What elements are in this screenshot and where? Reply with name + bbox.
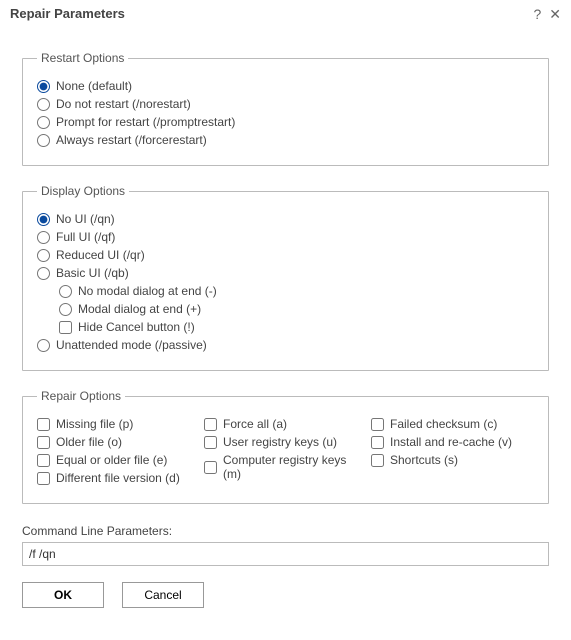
repair-forceall-label[interactable]: Force all (a) [223, 417, 287, 431]
repair-diff-label[interactable]: Different file version (d) [56, 471, 180, 485]
repair-userreg-checkbox[interactable] [204, 436, 217, 449]
repair-missing-label[interactable]: Missing file (p) [56, 417, 133, 431]
ok-button[interactable]: OK [22, 582, 104, 608]
repair-older-label[interactable]: Older file (o) [56, 435, 122, 449]
command-line-label: Command Line Parameters: [22, 524, 549, 538]
display-noui-radio[interactable] [37, 213, 50, 226]
repair-older-checkbox[interactable] [37, 436, 50, 449]
display-reducedui-label[interactable]: Reduced UI (/qr) [56, 248, 145, 262]
dialog-content: Restart Options None (default) Do not re… [0, 25, 571, 626]
close-icon[interactable]: ✕ [549, 7, 561, 21]
repair-checksum-checkbox[interactable] [371, 418, 384, 431]
cancel-button[interactable]: Cancel [122, 582, 204, 608]
repair-userreg-label[interactable]: User registry keys (u) [223, 435, 337, 449]
display-reducedui-radio[interactable] [37, 249, 50, 262]
display-passive-label[interactable]: Unattended mode (/passive) [56, 338, 207, 352]
restart-force-label[interactable]: Always restart (/forcerestart) [56, 133, 207, 147]
display-basic-nomodal-label[interactable]: No modal dialog at end (-) [78, 284, 217, 298]
restart-norestart-radio[interactable] [37, 98, 50, 111]
repair-recache-checkbox[interactable] [371, 436, 384, 449]
repair-shortcuts-label[interactable]: Shortcuts (s) [390, 453, 458, 467]
display-legend: Display Options [37, 184, 129, 198]
repair-parameters-dialog: Repair Parameters ? ✕ Restart Options No… [0, 0, 571, 626]
repair-compreg-label[interactable]: Computer registry keys (m) [223, 453, 367, 481]
command-line-block: Command Line Parameters: [22, 524, 549, 566]
display-basicui-radio[interactable] [37, 267, 50, 280]
restart-none-label[interactable]: None (default) [56, 79, 132, 93]
restart-norestart-label[interactable]: Do not restart (/norestart) [56, 97, 191, 111]
restart-options-group: Restart Options None (default) Do not re… [22, 51, 549, 166]
repair-diff-checkbox[interactable] [37, 472, 50, 485]
repair-checksum-label[interactable]: Failed checksum (c) [390, 417, 497, 431]
repair-legend: Repair Options [37, 389, 125, 403]
restart-prompt-radio[interactable] [37, 116, 50, 129]
display-fullui-radio[interactable] [37, 231, 50, 244]
titlebar: Repair Parameters ? ✕ [0, 0, 571, 25]
repair-forceall-checkbox[interactable] [204, 418, 217, 431]
repair-missing-checkbox[interactable] [37, 418, 50, 431]
repair-equal-checkbox[interactable] [37, 454, 50, 467]
repair-recache-label[interactable]: Install and re-cache (v) [390, 435, 512, 449]
button-row: OK Cancel [22, 582, 549, 608]
display-basic-modal-label[interactable]: Modal dialog at end (+) [78, 302, 201, 316]
repair-options-group: Repair Options Missing file (p) Older fi… [22, 389, 549, 504]
restart-legend: Restart Options [37, 51, 128, 65]
display-hide-cancel-checkbox[interactable] [59, 321, 72, 334]
help-icon[interactable]: ? [533, 7, 541, 21]
display-hide-cancel-label[interactable]: Hide Cancel button (!) [78, 320, 195, 334]
display-basicui-label[interactable]: Basic UI (/qb) [56, 266, 129, 280]
display-fullui-label[interactable]: Full UI (/qf) [56, 230, 115, 244]
display-passive-radio[interactable] [37, 339, 50, 352]
display-basic-modal-radio[interactable] [59, 303, 72, 316]
display-noui-label[interactable]: No UI (/qn) [56, 212, 115, 226]
display-basic-nomodal-radio[interactable] [59, 285, 72, 298]
command-line-input[interactable] [22, 542, 549, 566]
display-options-group: Display Options No UI (/qn) Full UI (/qf… [22, 184, 549, 371]
repair-equal-label[interactable]: Equal or older file (e) [56, 453, 167, 467]
dialog-title: Repair Parameters [10, 6, 525, 21]
repair-compreg-checkbox[interactable] [204, 461, 217, 474]
restart-prompt-label[interactable]: Prompt for restart (/promptrestart) [56, 115, 235, 129]
repair-shortcuts-checkbox[interactable] [371, 454, 384, 467]
restart-force-radio[interactable] [37, 134, 50, 147]
restart-none-radio[interactable] [37, 80, 50, 93]
